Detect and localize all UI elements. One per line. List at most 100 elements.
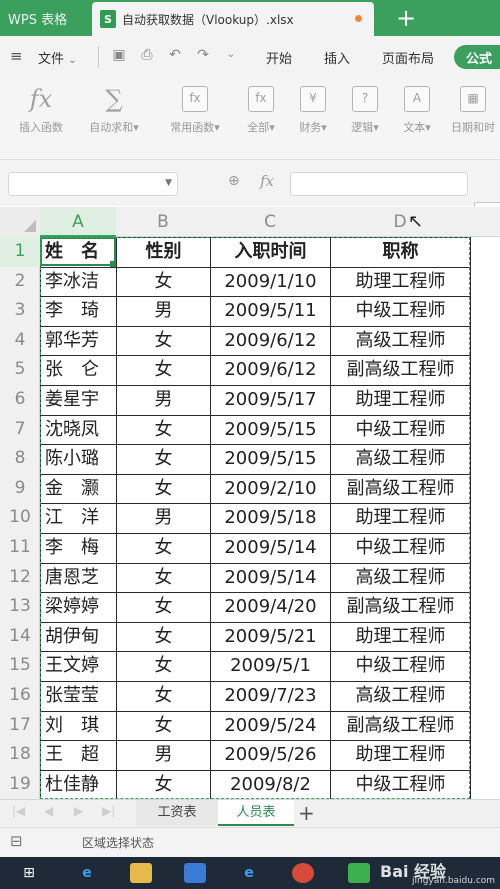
menu-formula[interactable]: 公式 [454, 45, 500, 69]
table-cell[interactable]: 女 [119, 328, 208, 355]
row-header[interactable]: 1 [0, 237, 40, 267]
save-icon[interactable]: ▣ [110, 46, 128, 64]
table-cell[interactable]: 男 [119, 505, 208, 532]
table-cell[interactable]: 男 [119, 742, 208, 769]
menu-page-layout[interactable]: 页面布局 [382, 48, 434, 67]
table-cell[interactable]: 郭华芳 [43, 328, 114, 355]
active-cell[interactable] [40, 237, 116, 266]
row-header[interactable]: 16 [0, 681, 40, 711]
table-cell[interactable]: 2009/5/18 [213, 505, 328, 532]
table-cell[interactable]: 2009/5/24 [213, 713, 328, 740]
table-cell[interactable]: 高级工程师 [333, 446, 468, 473]
app-tab[interactable]: WPS 表格 [0, 0, 92, 36]
table-cell[interactable]: 2009/1/10 [213, 269, 328, 296]
sheet-tab-salary[interactable]: 工资表 [136, 800, 218, 826]
row-header[interactable]: 2 [0, 267, 40, 297]
chrome-icon[interactable] [292, 863, 314, 883]
row-header[interactable]: 8 [0, 444, 40, 474]
first-sheet-icon[interactable]: |◀ [12, 804, 25, 818]
row-header[interactable]: 9 [0, 474, 40, 504]
table-cell[interactable]: 中级工程师 [333, 772, 468, 799]
document-tab[interactable]: S 自动获取数据（Vlookup）.xlsx [92, 2, 374, 36]
table-cell[interactable]: 副高级工程师 [333, 594, 468, 621]
table-cell[interactable]: 李 梅 [43, 535, 114, 562]
last-sheet-icon[interactable]: ▶| [102, 804, 115, 818]
table-cell[interactable]: 姜星宇 [43, 387, 114, 414]
table-header-cell[interactable]: 入职时间 [213, 239, 328, 266]
table-cell[interactable]: 女 [119, 594, 208, 621]
print-icon[interactable]: ⎙ [138, 46, 156, 64]
more-chevron-icon[interactable]: ⌄ [222, 46, 240, 64]
table-cell[interactable]: 胡伊甸 [43, 624, 114, 651]
column-header-b[interactable]: B [116, 207, 210, 237]
table-cell[interactable]: 2009/5/1 [213, 653, 328, 680]
browser-icon[interactable]: e [238, 863, 260, 883]
table-cell[interactable]: 2009/5/11 [213, 298, 328, 325]
table-cell[interactable]: 副高级工程师 [333, 713, 468, 740]
hamburger-icon[interactable]: ≡ [10, 47, 23, 65]
chevron-down-icon[interactable]: ▼ [165, 178, 172, 188]
text-functions-button[interactable]: A 文本▾ [394, 86, 440, 135]
table-cell[interactable]: 唐恩芝 [43, 565, 114, 592]
table-cell[interactable]: 女 [119, 417, 208, 444]
table-header-cell[interactable]: 性别 [119, 239, 208, 266]
datetime-button[interactable]: ▦ 日期和时 [446, 86, 500, 135]
table-cell[interactable]: 助理工程师 [333, 269, 468, 296]
insert-function-button[interactable]: fx 插入函数 [10, 86, 72, 135]
table-cell[interactable]: 女 [119, 535, 208, 562]
table-cell[interactable]: 女 [119, 772, 208, 799]
edge-browser-icon[interactable]: e [76, 863, 98, 883]
column-header-c[interactable]: C [210, 207, 330, 237]
table-cell[interactable]: 2009/7/23 [213, 683, 328, 710]
zoom-icon[interactable]: ⊕ [228, 173, 240, 189]
table-cell[interactable]: 2009/2/10 [213, 476, 328, 503]
all-functions-button[interactable]: fx 全部▾ [238, 86, 284, 135]
table-cell[interactable]: 中级工程师 [333, 535, 468, 562]
table-cell[interactable]: 杜佳静 [43, 772, 114, 799]
row-header[interactable]: 6 [0, 385, 40, 415]
table-cell[interactable]: 中级工程师 [333, 417, 468, 444]
row-header[interactable]: 19 [0, 770, 40, 800]
row-header[interactable]: 4 [0, 326, 40, 356]
file-explorer-icon[interactable] [130, 863, 152, 883]
table-cell[interactable]: 高级工程师 [333, 683, 468, 710]
table-cell[interactable]: 副高级工程师 [333, 357, 468, 384]
table-cell[interactable]: 李冰洁 [43, 269, 114, 296]
row-header[interactable]: 14 [0, 622, 40, 652]
table-cell[interactable]: 2009/5/17 [213, 387, 328, 414]
table-cell[interactable]: 2009/5/21 [213, 624, 328, 651]
finance-button[interactable]: ¥ 财务▾ [290, 86, 336, 135]
row-header[interactable]: 12 [0, 563, 40, 593]
table-cell[interactable]: 中级工程师 [333, 653, 468, 680]
column-header-a[interactable]: A [40, 207, 116, 237]
row-header[interactable]: 10 [0, 503, 40, 533]
table-cell[interactable]: 女 [119, 565, 208, 592]
table-cell[interactable]: 副高级工程师 [333, 476, 468, 503]
table-cell[interactable]: 女 [119, 269, 208, 296]
table-header-cell[interactable]: 职称 [333, 239, 468, 266]
table-cell[interactable]: 女 [119, 624, 208, 651]
fill-handle[interactable] [110, 261, 116, 267]
fx-icon[interactable]: fx [260, 172, 274, 190]
status-macro-icon[interactable]: ⊟ [10, 832, 23, 850]
table-cell[interactable]: 2009/6/12 [213, 357, 328, 384]
table-cell[interactable]: 王 超 [43, 742, 114, 769]
next-sheet-icon[interactable]: ▶ [74, 804, 83, 818]
windows-start-icon[interactable]: ⊞ [18, 863, 40, 883]
table-cell[interactable]: 男 [119, 387, 208, 414]
select-all-corner[interactable] [0, 207, 40, 237]
name-box[interactable]: ▼ [8, 172, 178, 196]
prev-sheet-icon[interactable]: ◀ [44, 804, 53, 818]
table-cell[interactable]: 助理工程师 [333, 387, 468, 414]
table-cell[interactable]: 2009/5/26 [213, 742, 328, 769]
table-cell[interactable]: 女 [119, 357, 208, 384]
wps-app-icon[interactable] [348, 863, 370, 883]
row-header[interactable]: 17 [0, 711, 40, 741]
table-cell[interactable]: 金 灏 [43, 476, 114, 503]
table-cell[interactable]: 女 [119, 476, 208, 503]
row-header[interactable]: 7 [0, 415, 40, 445]
table-cell[interactable]: 2009/5/14 [213, 565, 328, 592]
row-header[interactable]: 13 [0, 592, 40, 622]
formula-input[interactable] [290, 172, 468, 196]
table-cell[interactable]: 陈小璐 [43, 446, 114, 473]
